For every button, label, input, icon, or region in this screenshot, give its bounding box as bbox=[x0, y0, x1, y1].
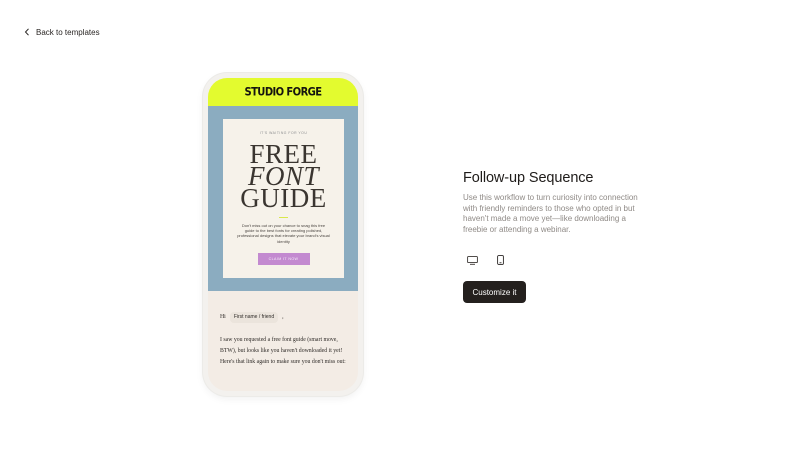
message-paragraph: I saw you requested a free font guide (s… bbox=[220, 337, 346, 365]
email-header: STUDIO FORGE bbox=[208, 78, 358, 106]
hero-divider bbox=[279, 217, 288, 218]
email-preview[interactable]: STUDIO FORGE IT'S WAITING FOR YOU FREE F… bbox=[208, 78, 358, 391]
back-label: Back to templates bbox=[36, 27, 100, 37]
desktop-view-button[interactable] bbox=[463, 251, 481, 269]
headline-line-3: GUIDE bbox=[240, 183, 327, 213]
greeting-text: Hi bbox=[220, 314, 226, 320]
mobile-icon bbox=[496, 255, 504, 265]
brand-logo: STUDIO FORGE bbox=[244, 85, 322, 99]
claim-it-now-button[interactable]: CLAIM IT NOW bbox=[257, 252, 310, 265]
template-title: Follow-up Sequence bbox=[463, 170, 594, 186]
greeting-line: Hi First name / friend , bbox=[220, 312, 346, 323]
hero-headline: FREE FONT GUIDE bbox=[223, 141, 344, 213]
customize-it-button[interactable]: Customize it bbox=[463, 281, 526, 303]
template-description: Use this workflow to turn curiosity into… bbox=[463, 193, 638, 234]
greeting-punct: , bbox=[282, 314, 284, 320]
hero-kicker: IT'S WAITING FOR YOU bbox=[259, 131, 308, 135]
hero-body: Don't miss out on your chance to snag th… bbox=[237, 223, 330, 244]
hero-card: IT'S WAITING FOR YOU FREE FONT GUIDE Don… bbox=[223, 119, 344, 278]
chevron-left-icon bbox=[24, 28, 29, 36]
merge-tag-chip: First name / friend bbox=[229, 312, 279, 323]
device-toggle bbox=[463, 251, 648, 269]
desktop-icon bbox=[466, 255, 478, 265]
mobile-view-button[interactable] bbox=[491, 251, 509, 269]
mobile-preview-frame: STUDIO FORGE IT'S WAITING FOR YOU FREE F… bbox=[203, 73, 363, 396]
email-message: Hi First name / friend , I saw you reque… bbox=[208, 291, 358, 368]
hero-section: IT'S WAITING FOR YOU FREE FONT GUIDE Don… bbox=[208, 106, 358, 291]
back-to-templates-link[interactable]: Back to templates bbox=[24, 25, 100, 39]
template-info: Follow-up Sequence Use this workflow to … bbox=[463, 170, 648, 303]
